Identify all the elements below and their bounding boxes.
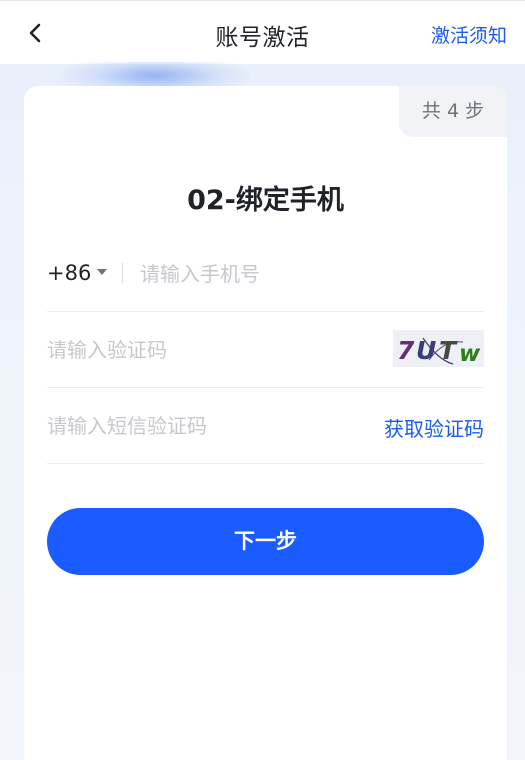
captcha-row: 7 U T w: [47, 312, 484, 388]
captcha-image[interactable]: 7 U T w: [393, 330, 484, 367]
captcha-char-2: U: [416, 336, 436, 365]
sms-row: 获取验证码: [47, 388, 484, 464]
top-navigation-bar: 账号激活 激活须知: [0, 0, 525, 64]
captcha-char-1: 7: [397, 336, 415, 365]
divider: [122, 263, 123, 283]
activation-card: 共 4 步 02-绑定手机 +86 7 U T w: [24, 86, 507, 760]
step-title: 02-绑定手机: [187, 185, 344, 216]
captcha-graphic: 7 U T w: [397, 336, 481, 367]
activation-notice-link[interactable]: 激活须知: [431, 21, 507, 48]
caret-down-icon: [97, 269, 108, 275]
captcha-char-4: w: [459, 341, 481, 367]
get-sms-code-button[interactable]: 获取验证码: [384, 413, 484, 442]
country-code-select[interactable]: +86: [47, 261, 108, 285]
sms-code-input[interactable]: [47, 388, 347, 463]
page: 账号激活 激活须知 共 4 步 02-绑定手机 +86 7 U T w: [0, 0, 525, 760]
country-code-value: +86: [47, 261, 92, 285]
steps-badge: 共 4 步: [399, 86, 507, 137]
next-step-button[interactable]: 下一步: [47, 508, 484, 575]
captcha-input[interactable]: [47, 312, 367, 387]
phone-input[interactable]: [140, 236, 470, 311]
captcha-char-3: T: [439, 336, 458, 365]
phone-row: +86: [47, 236, 484, 312]
